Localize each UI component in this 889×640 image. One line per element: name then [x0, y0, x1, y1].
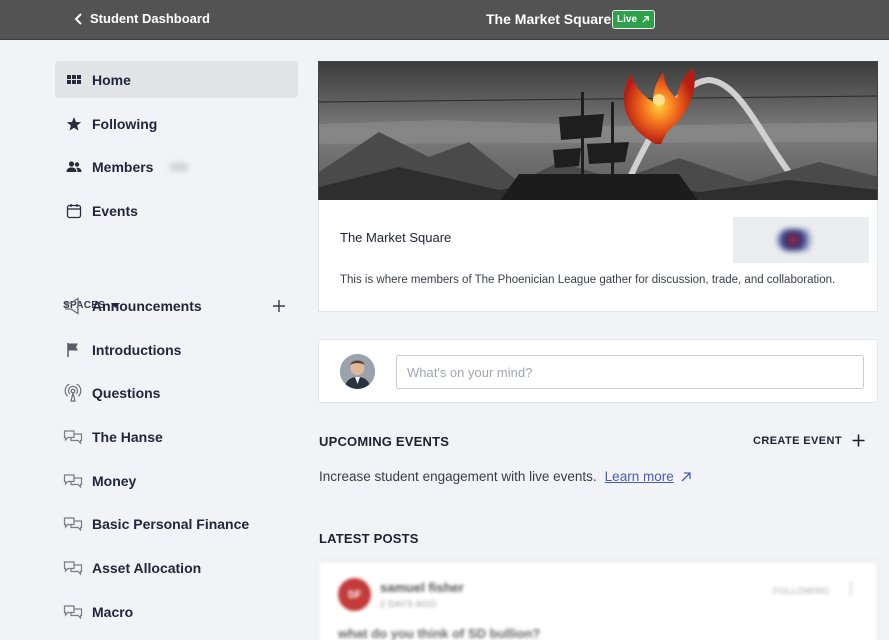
- chat-bubbles-icon: [63, 603, 83, 621]
- latest-posts-heading: LATEST POSTS: [319, 531, 419, 546]
- live-label: Live: [617, 14, 638, 25]
- create-event-button[interactable]: CREATE EVENT: [753, 434, 865, 447]
- space-item-basic-personal-finance[interactable]: Basic Personal Finance: [55, 506, 298, 542]
- space-item-money[interactable]: Money: [55, 463, 298, 499]
- space-item-label: Macro: [92, 604, 134, 620]
- post-card[interactable]: SF samuel fisher 2 DAYS AGO FOLLOWING ⋮ …: [318, 561, 878, 640]
- space-item-label: Introductions: [92, 342, 182, 358]
- sidebar-item-label: Members: [92, 158, 154, 175]
- chat-bubbles-icon: [63, 472, 83, 490]
- more-options-icon[interactable]: ⋮: [844, 580, 858, 597]
- sidebar-item-label: Events: [92, 202, 138, 219]
- post-input[interactable]: [396, 355, 864, 389]
- calendar-icon: [65, 202, 82, 219]
- people-icon: [65, 158, 82, 175]
- plus-icon: [852, 434, 865, 447]
- space-item-label: Announcements: [92, 298, 202, 314]
- external-arrow-icon: [642, 16, 649, 23]
- post-author-avatar: SF: [338, 578, 371, 611]
- create-event-label: CREATE EVENT: [753, 434, 842, 447]
- flag-icon: [63, 341, 83, 359]
- space-item-label: Asset Allocation: [92, 560, 202, 576]
- space-item-introductions[interactable]: Introductions: [55, 332, 298, 368]
- space-item-questions[interactable]: Questions: [55, 375, 298, 411]
- sidebar-item-home[interactable]: Home: [55, 61, 298, 98]
- space-item-label: Questions: [92, 385, 161, 401]
- space-item-the-hanse[interactable]: The Hanse: [55, 419, 298, 455]
- learn-more-label: Learn more: [604, 469, 674, 484]
- sidebar: Home Following Members Events SPACES Ann…: [0, 40, 305, 640]
- post-author-name[interactable]: samuel fisher: [380, 580, 464, 595]
- external-arrow-icon: [681, 471, 691, 481]
- avatar: [340, 354, 375, 389]
- space-item-label: Money: [92, 473, 137, 489]
- sidebar-item-events[interactable]: Events: [55, 192, 298, 229]
- member-count-badge: [169, 161, 190, 172]
- upcoming-events-heading: UPCOMING EVENTS: [319, 434, 450, 449]
- post-title[interactable]: what do you think of SD bullion?: [338, 626, 540, 640]
- chat-bubbles-icon: [63, 559, 83, 577]
- community-info-card: The Market Square This is where members …: [318, 200, 878, 312]
- sidebar-item-label: Following: [92, 115, 158, 132]
- community-name: The Market Square: [340, 230, 452, 245]
- following-toggle[interactable]: FOLLOWING: [773, 586, 830, 596]
- learn-more-link[interactable]: Learn more: [605, 469, 692, 484]
- back-to-dashboard-link[interactable]: Student Dashboard: [74, 11, 210, 26]
- post-composer: [318, 339, 878, 403]
- chat-bubbles-icon: [63, 515, 83, 533]
- sidebar-item-label: Home: [92, 71, 131, 88]
- events-text: Increase student engagement with live ev…: [319, 469, 597, 484]
- space-item-label: The Hanse: [92, 429, 163, 445]
- sidebar-item-following[interactable]: Following: [55, 105, 298, 142]
- space-item-label: Basic Personal Finance: [92, 516, 250, 532]
- community-description: This is where members of The Phoenician …: [340, 274, 836, 286]
- chevron-left-icon: [74, 12, 82, 25]
- events-message: Increase student engagement with live ev…: [319, 469, 692, 484]
- star-icon: [65, 115, 82, 132]
- space-item-announcements[interactable]: Announcements: [55, 288, 298, 324]
- space-item-asset-allocation[interactable]: Asset Allocation: [55, 550, 298, 586]
- grid-icon: [65, 71, 82, 88]
- community-banner-image: [318, 61, 878, 201]
- community-logo: [733, 217, 869, 263]
- ship-scene-illustration: [319, 62, 877, 200]
- broadcast-icon: [63, 384, 83, 402]
- space-item-macro[interactable]: Macro: [55, 594, 298, 630]
- chat-bubbles-icon: [63, 428, 83, 446]
- megaphone-icon: [63, 297, 83, 315]
- top-bar: Student Dashboard The Market Square Live: [0, 0, 889, 40]
- page-title: The Market Square: [486, 11, 612, 27]
- post-timestamp: 2 DAYS AGO: [380, 599, 437, 609]
- back-label: Student Dashboard: [90, 11, 210, 26]
- sidebar-item-members[interactable]: Members: [55, 148, 298, 185]
- live-badge[interactable]: Live: [612, 10, 656, 29]
